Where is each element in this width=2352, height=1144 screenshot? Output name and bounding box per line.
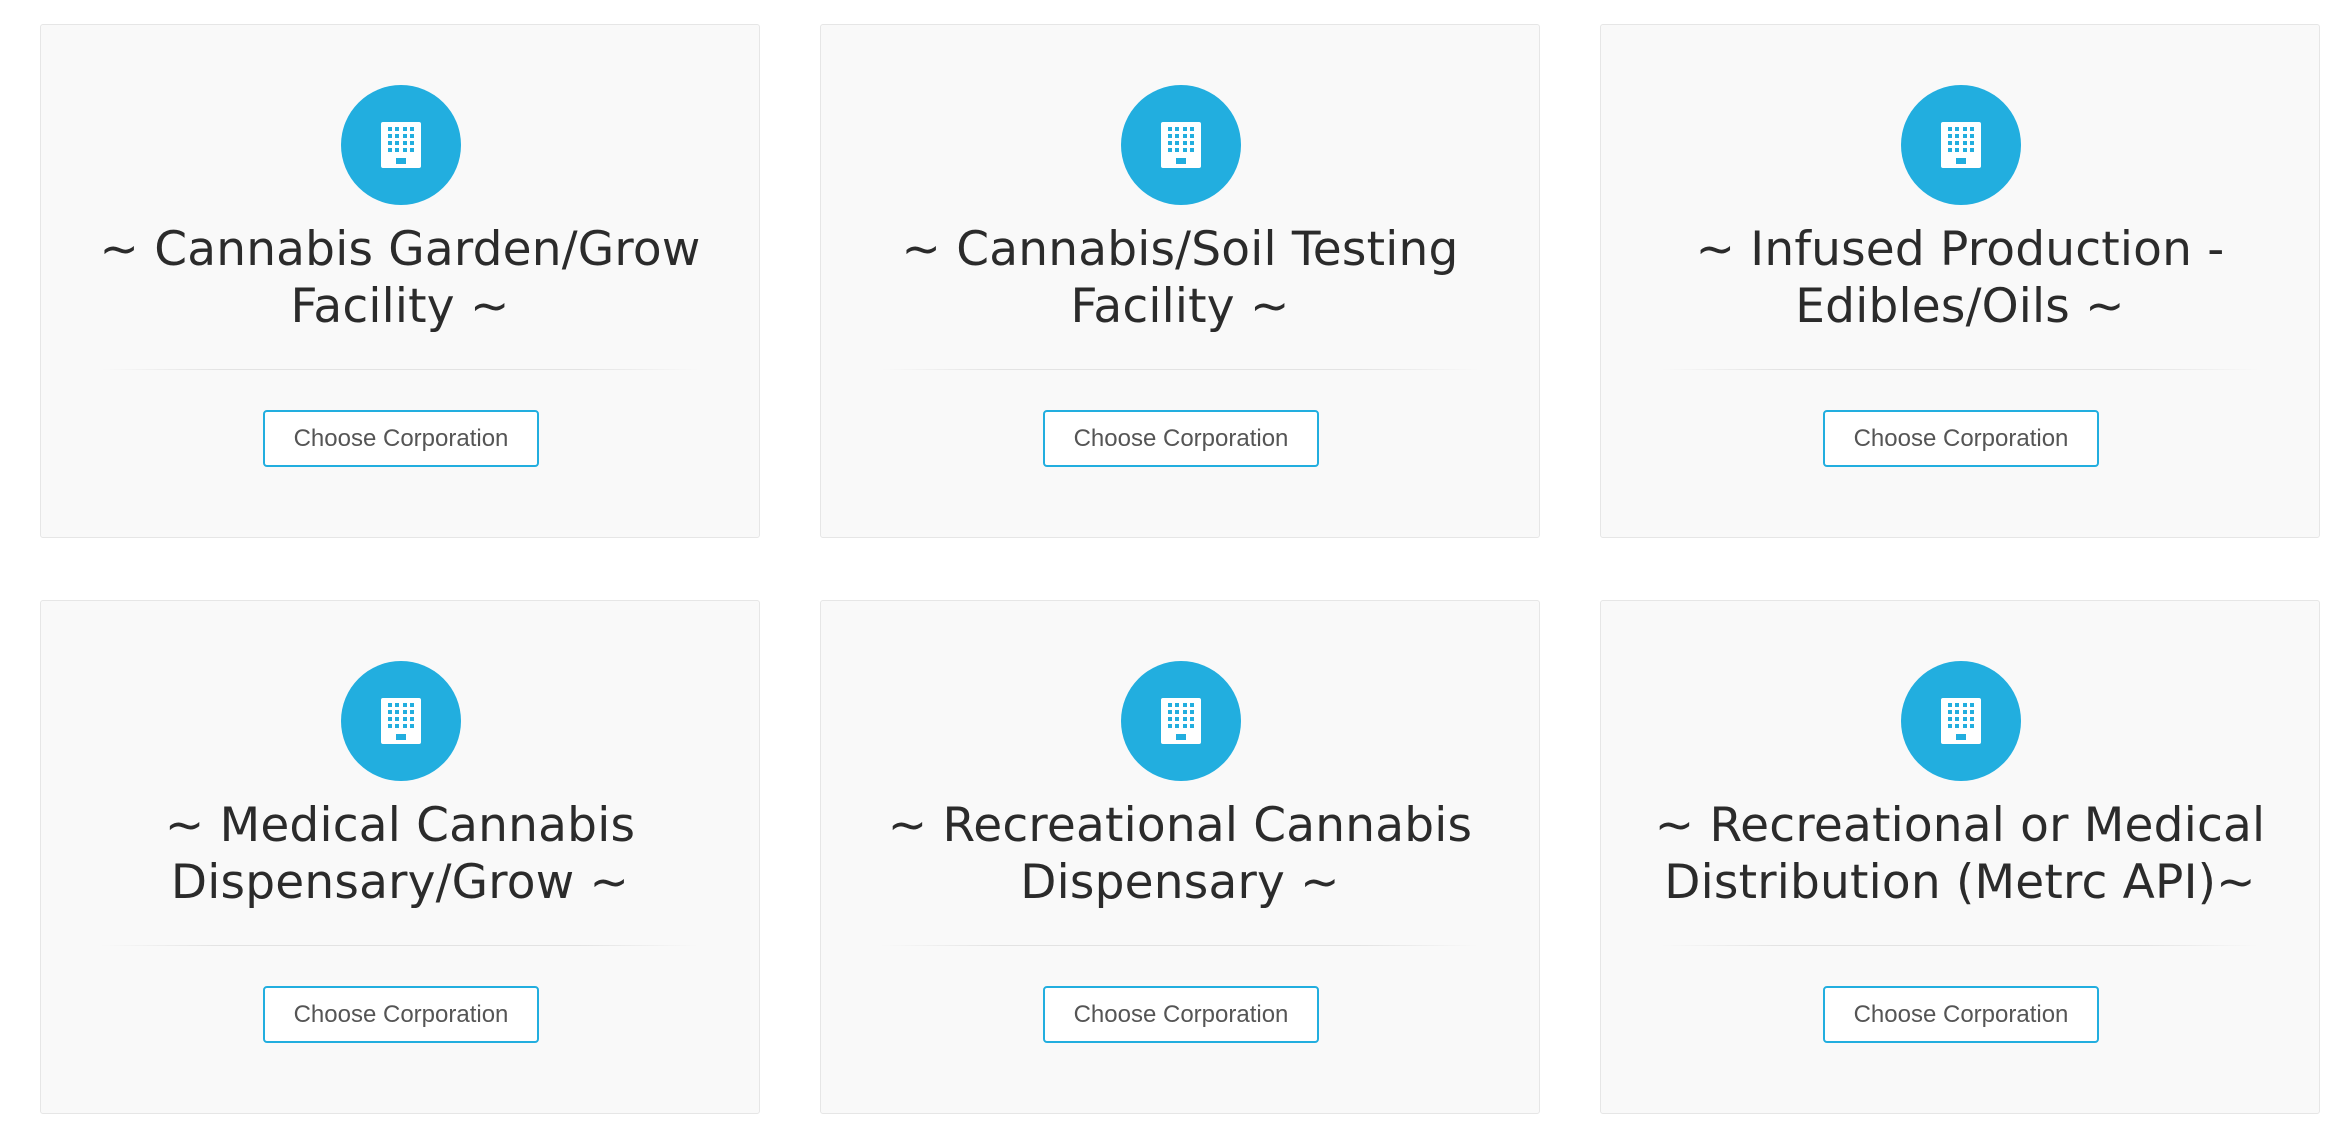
facility-card: ~ Cannabis/Soil Testing Facility ~ Choos… [820,24,1540,538]
card-title: ~ Medical Cannabis Dispensary/Grow ~ [164,798,636,910]
card-divider [1661,369,2259,370]
building-icon [1121,85,1241,205]
choose-corporation-button[interactable]: Choose Corporation [1043,986,1319,1043]
card-title: ~ Cannabis Garden/Grow Facility ~ [99,222,701,334]
choose-corporation-button[interactable]: Choose Corporation [1043,410,1319,467]
facility-card-grid: ~ Cannabis Garden/Grow Facility ~ Choose… [40,24,2320,1114]
building-icon [341,661,461,781]
building-icon [1121,661,1241,781]
building-icon [341,85,461,205]
card-title: ~ Recreational Cannabis Dispensary ~ [887,798,1473,910]
building-icon-glyph [1941,698,1981,744]
choose-corporation-button[interactable]: Choose Corporation [263,986,539,1043]
facility-card: ~ Recreational or Medical Distribution (… [1600,600,2320,1114]
facility-card: ~ Infused Production - Edibles/Oils ~ Ch… [1600,24,2320,538]
facility-card: ~ Recreational Cannabis Dispensary ~ Cho… [820,600,1540,1114]
facility-card: ~ Medical Cannabis Dispensary/Grow ~ Cho… [40,600,760,1114]
card-title: ~ Recreational or Medical Distribution (… [1654,798,2266,910]
choose-corporation-button[interactable]: Choose Corporation [263,410,539,467]
card-title: ~ Cannabis/Soil Testing Facility ~ [901,222,1459,334]
card-divider [1661,945,2259,946]
choose-corporation-button[interactable]: Choose Corporation [1823,986,2099,1043]
card-divider [101,369,699,370]
building-icon-glyph [381,698,421,744]
building-icon [1901,85,2021,205]
building-icon-glyph [1941,122,1981,168]
card-divider [881,945,1479,946]
card-divider [881,369,1479,370]
facility-card: ~ Cannabis Garden/Grow Facility ~ Choose… [40,24,760,538]
card-divider [101,945,699,946]
card-title: ~ Infused Production - Edibles/Oils ~ [1695,222,2225,334]
building-icon-glyph [1161,698,1201,744]
building-icon-glyph [381,122,421,168]
choose-corporation-button[interactable]: Choose Corporation [1823,410,2099,467]
building-icon-glyph [1161,122,1201,168]
building-icon [1901,661,2021,781]
